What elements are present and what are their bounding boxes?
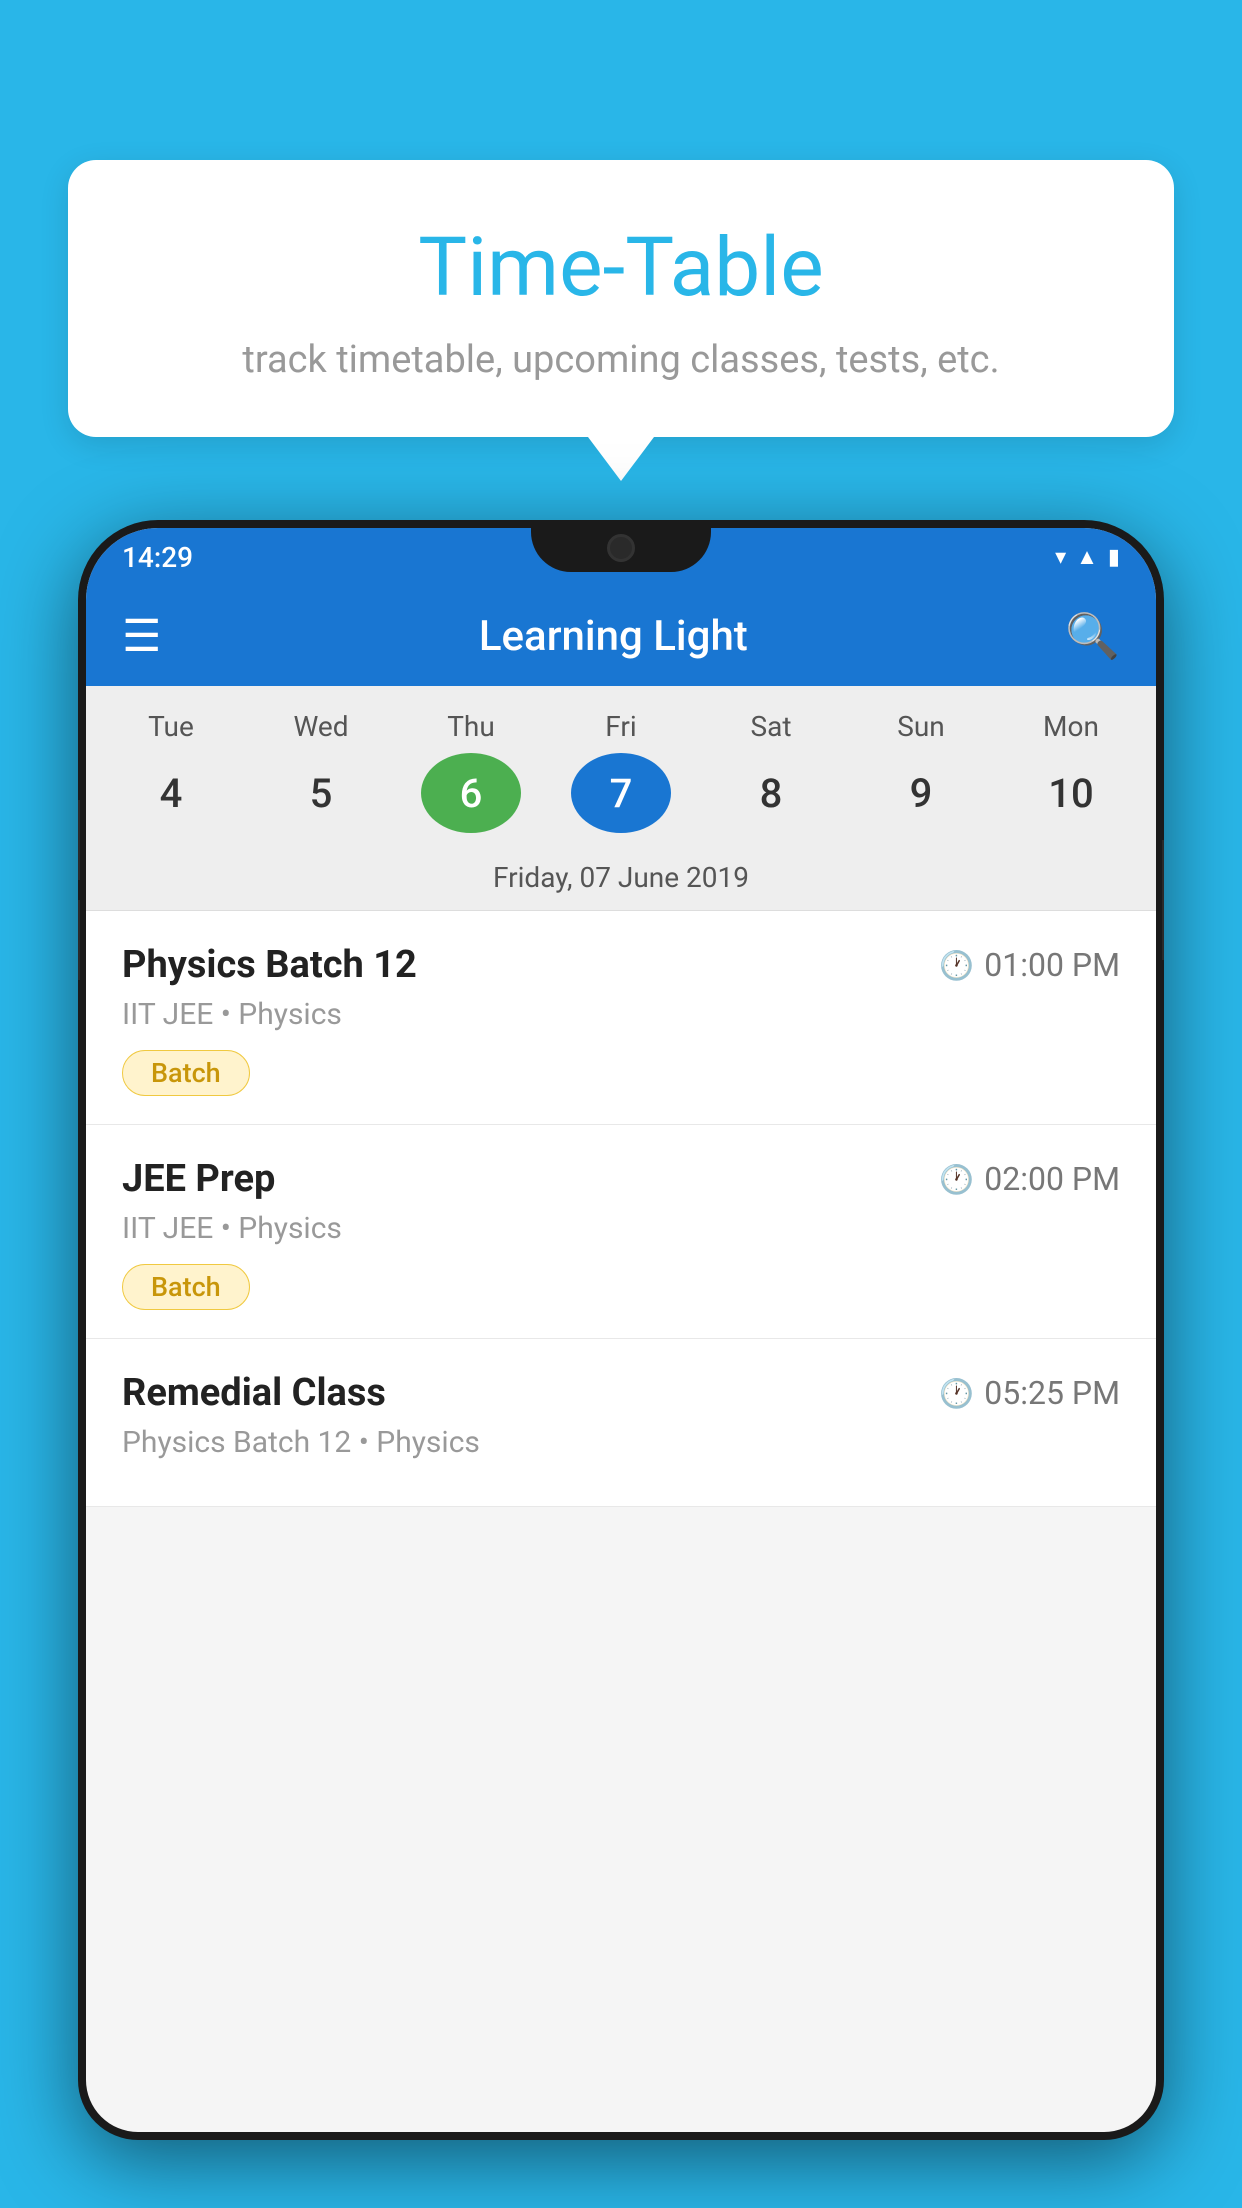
power-button: [1162, 840, 1164, 960]
day-5[interactable]: 5: [271, 753, 371, 833]
app-title: Learning Light: [479, 612, 748, 661]
class-list: Physics Batch 12 🕐 01:00 PM IIT JEE • Ph…: [86, 911, 1156, 1507]
class-item-2[interactable]: JEE Prep 🕐 02:00 PM IIT JEE • Physics Ba…: [86, 1125, 1156, 1339]
day-headers: Tue Wed Thu Fri Sat Sun Mon: [86, 710, 1156, 743]
class-item-2-row1: JEE Prep 🕐 02:00 PM: [122, 1157, 1120, 1201]
day-label-fri: Fri: [571, 710, 671, 743]
tooltip-title: Time-Table: [128, 220, 1114, 316]
class-item-1-row1: Physics Batch 12 🕐 01:00 PM: [122, 943, 1120, 987]
app-toolbar: ☰ Learning Light 🔍: [86, 586, 1156, 686]
class-time-2: 🕐 02:00 PM: [939, 1160, 1120, 1198]
search-icon[interactable]: 🔍: [1065, 610, 1120, 662]
phone-container: 14:29 ▾ ▲ ▮ ☰ Learning Light 🔍 Tue Wed T…: [78, 520, 1164, 2208]
batch-badge-2: Batch: [122, 1264, 250, 1310]
wifi-icon: ▾: [1055, 545, 1066, 570]
class-item-1[interactable]: Physics Batch 12 🕐 01:00 PM IIT JEE • Ph…: [86, 911, 1156, 1125]
class-detail-3: Physics Batch 12 • Physics: [122, 1425, 1120, 1460]
volume-up-button: [78, 800, 80, 880]
battery-icon: ▮: [1108, 545, 1120, 570]
day-10[interactable]: 10: [1021, 753, 1121, 833]
status-icons: ▾ ▲ ▮: [1055, 544, 1120, 570]
tooltip-subtitle: track timetable, upcoming classes, tests…: [128, 338, 1114, 382]
day-label-sun: Sun: [871, 710, 971, 743]
day-9[interactable]: 9: [871, 753, 971, 833]
day-label-wed: Wed: [271, 710, 371, 743]
phone-screen: 14:29 ▾ ▲ ▮ ☰ Learning Light 🔍 Tue Wed T…: [86, 528, 1156, 2132]
phone-frame: 14:29 ▾ ▲ ▮ ☰ Learning Light 🔍 Tue Wed T…: [78, 520, 1164, 2140]
class-time-3: 🕐 05:25 PM: [939, 1374, 1120, 1412]
day-6-today[interactable]: 6: [421, 753, 521, 833]
class-detail-1: IIT JEE • Physics: [122, 997, 1120, 1032]
day-4[interactable]: 4: [121, 753, 221, 833]
day-label-sat: Sat: [721, 710, 821, 743]
phone-notch: [531, 520, 711, 572]
selected-date-label: Friday, 07 June 2019: [86, 849, 1156, 911]
day-label-tue: Tue: [121, 710, 221, 743]
class-detail-2: IIT JEE • Physics: [122, 1211, 1120, 1246]
clock-icon-1: 🕐: [939, 949, 974, 982]
volume-down-button: [78, 900, 80, 980]
day-7-selected[interactable]: 7: [571, 753, 671, 833]
status-time: 14:29: [122, 541, 193, 574]
batch-badge-1: Batch: [122, 1050, 250, 1096]
clock-icon-2: 🕐: [939, 1163, 974, 1196]
day-8[interactable]: 8: [721, 753, 821, 833]
class-item-3-row1: Remedial Class 🕐 05:25 PM: [122, 1371, 1120, 1415]
class-time-1: 🕐 01:00 PM: [939, 946, 1120, 984]
class-name-3: Remedial Class: [122, 1371, 386, 1415]
signal-icon: ▲: [1076, 544, 1098, 570]
day-label-thu: Thu: [421, 710, 521, 743]
class-item-3[interactable]: Remedial Class 🕐 05:25 PM Physics Batch …: [86, 1339, 1156, 1507]
day-numbers: 4 5 6 7 8 9 10: [86, 753, 1156, 833]
front-camera: [607, 534, 635, 562]
class-name-2: JEE Prep: [122, 1157, 275, 1201]
calendar-strip: Tue Wed Thu Fri Sat Sun Mon 4 5 6 7 8 9 …: [86, 686, 1156, 911]
day-label-mon: Mon: [1021, 710, 1121, 743]
menu-icon[interactable]: ☰: [122, 610, 161, 662]
class-name-1: Physics Batch 12: [122, 943, 417, 987]
tooltip-card: Time-Table track timetable, upcoming cla…: [68, 160, 1174, 437]
clock-icon-3: 🕐: [939, 1377, 974, 1410]
